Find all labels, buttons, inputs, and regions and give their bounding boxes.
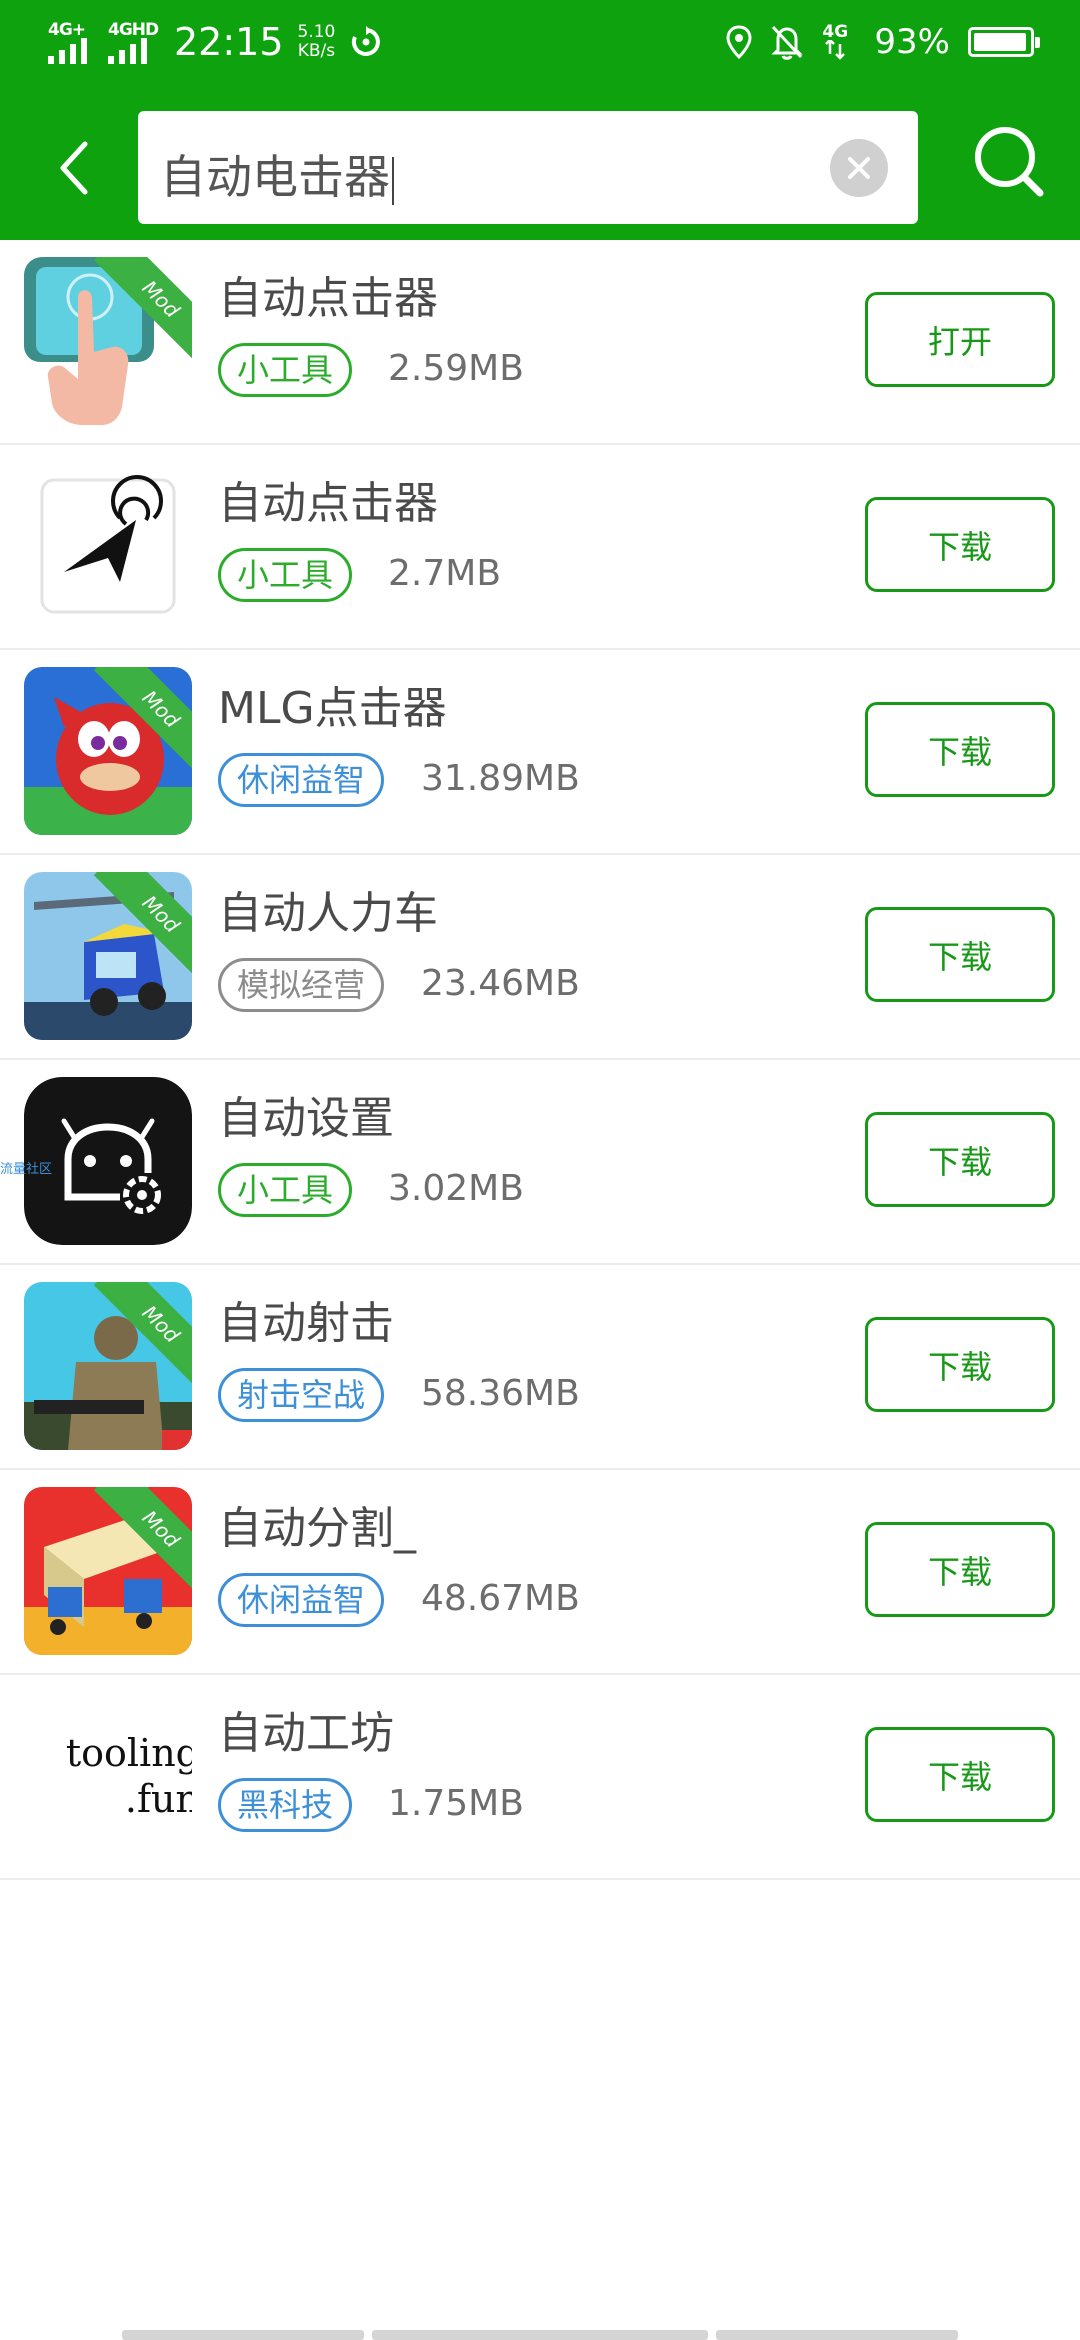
list-item[interactable]: Mod 自动分割_ 休闲益智 48.67MB 下载: [0, 1470, 1080, 1675]
results-list: Mod 自动点击器 小工具 2.59MB 打开 自动点击器 小工具 2.7MB …: [0, 240, 1080, 1880]
location-icon: [726, 25, 752, 59]
download-button[interactable]: 下载: [865, 1112, 1055, 1207]
category-tag: 小工具: [218, 343, 353, 397]
back-button[interactable]: [44, 128, 104, 208]
list-item[interactable]: 自动点击器 小工具 2.7MB 下载: [0, 445, 1080, 650]
list-item[interactable]: tooling .fun 自动工坊 黑科技 1.75MB 下载: [0, 1675, 1080, 1880]
status-left: 4G+ 4GHD 22:15 5.10 KB/s: [46, 14, 383, 70]
search-header: 自动电击器: [0, 84, 1080, 240]
bell-muted-icon: [771, 25, 804, 60]
app-size: 23.46MB: [421, 963, 580, 1004]
category-tag: 黑科技: [218, 1778, 353, 1832]
download-button[interactable]: 下载: [865, 497, 1055, 592]
bottom-indicator: [0, 2330, 1080, 2340]
clear-search-button[interactable]: [830, 139, 888, 197]
list-item[interactable]: Mod 自动射击 射击空战 58.36MB 下载: [0, 1265, 1080, 1470]
app-size: 48.67MB: [421, 1578, 580, 1619]
app-size: 1.75MB: [388, 1783, 524, 1824]
logo-text-line2: .fun: [124, 1777, 192, 1821]
category-tag: 休闲益智: [218, 753, 385, 807]
app-name: 自动分割_: [218, 1503, 416, 1554]
soldier-icon: Mod: [24, 1282, 192, 1450]
clock: 22:15: [174, 20, 284, 64]
battery-percent: 93%: [874, 22, 950, 62]
app-size: 3.02MB: [388, 1168, 524, 1209]
watermark-text: 流量社区: [0, 1162, 53, 1177]
download-button[interactable]: 下载: [865, 1522, 1055, 1617]
speed-unit: KB/s: [297, 41, 336, 61]
app-size: 2.59MB: [388, 348, 524, 389]
app-name: MLG点击器: [218, 683, 447, 734]
network-label: 4G: [822, 22, 849, 42]
logo-text-line1: tooling: [65, 1731, 192, 1775]
status-bar: 4G+ 4GHD 22:15 5.10 KB/s 4G 93%: [0, 0, 1080, 84]
search-query[interactable]: 自动电击器: [160, 141, 394, 207]
search-input[interactable]: 自动电击器: [138, 111, 918, 224]
category-tag: 小工具: [218, 1163, 353, 1217]
app-name: 自动工坊: [218, 1708, 394, 1759]
trucks-icon: Mod: [24, 1487, 192, 1655]
network-speed: 5.10 KB/s: [298, 23, 336, 61]
speed-value: 5.10: [297, 22, 336, 42]
sim2-label: 4GHD: [108, 20, 159, 40]
list-item[interactable]: Mod 自动人力车 模拟经营 23.46MB 下载: [0, 855, 1080, 1060]
list-item[interactable]: Mod MLG点击器 休闲益智 31.89MB 下载: [0, 650, 1080, 855]
battery-icon: [968, 27, 1040, 57]
clear-icon: [848, 157, 870, 179]
back-arrow-icon: [60, 141, 88, 195]
app-name: 自动设置: [218, 1093, 394, 1144]
list-item[interactable]: Mod 自动点击器 小工具 2.59MB 打开: [0, 240, 1080, 445]
download-button[interactable]: 下载: [865, 1727, 1055, 1822]
app-name: 自动射击: [218, 1298, 394, 1349]
app-name: 自动点击器: [218, 478, 438, 529]
search-icon[interactable]: [970, 122, 1050, 202]
download-button[interactable]: 下载: [865, 1317, 1055, 1412]
cursor-click-icon: [24, 462, 192, 630]
knuckles-icon: Mod: [24, 667, 192, 835]
status-right: 4G 93%: [726, 14, 1040, 70]
app-name: 自动点击器: [218, 273, 438, 324]
signal-icon: 4GHD: [106, 20, 159, 64]
signal-icon: 4G+: [46, 20, 96, 64]
app-name: 自动人力车: [218, 888, 438, 939]
category-tag: 射击空战: [218, 1368, 385, 1422]
network-icon: 4G: [822, 22, 856, 62]
sim1-label: 4G+: [48, 20, 86, 40]
download-button[interactable]: 下载: [865, 907, 1055, 1002]
tooling-fun-logo: tooling .fun: [24, 1692, 192, 1860]
rickshaw-icon: Mod: [24, 872, 192, 1040]
app-size: 58.36MB: [421, 1373, 580, 1414]
category-tag: 模拟经营: [218, 958, 385, 1012]
app-size: 31.89MB: [421, 758, 580, 799]
tap-finger-icon: Mod: [24, 257, 192, 425]
list-item[interactable]: 流量社区 自动设置 小工具 3.02MB 下载: [0, 1060, 1080, 1265]
category-tag: 小工具: [218, 548, 353, 602]
open-button[interactable]: 打开: [865, 292, 1055, 387]
app-size: 2.7MB: [388, 553, 502, 594]
sync-icon: [352, 26, 381, 56]
category-tag: 休闲益智: [218, 1573, 385, 1627]
download-button[interactable]: 下载: [865, 702, 1055, 797]
